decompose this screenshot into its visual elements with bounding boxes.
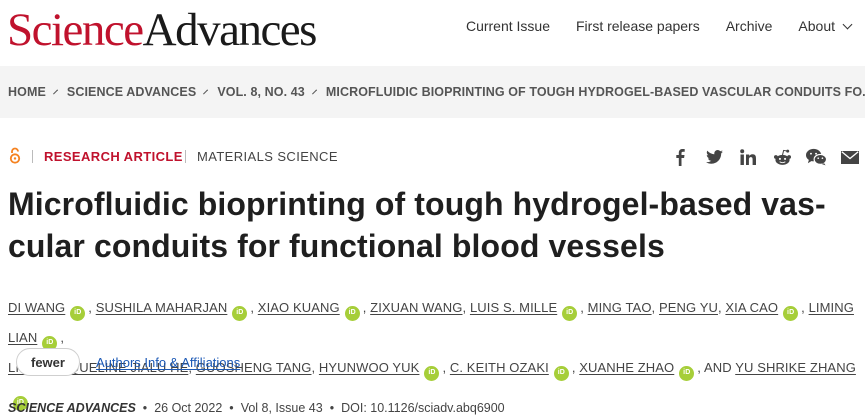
divider bbox=[32, 150, 33, 163]
science-advances-logo[interactable]: Science Advances bbox=[7, 2, 318, 58]
logo-advances-text: Advances bbox=[142, 4, 318, 56]
orcid-icon[interactable]: iD bbox=[70, 305, 86, 321]
breadcrumb-current-article: MICROFLUIDIC BIOPRINTING OF TOUGH HYDROG… bbox=[325, 85, 865, 99]
author-controls: fewer Authors Info & Affiliations bbox=[16, 348, 240, 376]
share-toolbar bbox=[669, 147, 861, 167]
author-name[interactable]: XIA CAO bbox=[725, 300, 778, 315]
email-icon[interactable] bbox=[839, 147, 861, 167]
chevron-right-icon bbox=[203, 89, 209, 95]
site-header: Science Advances Current Issue First rele… bbox=[0, 0, 865, 62]
authors-info-affiliations-link[interactable]: Authors Info & Affiliations bbox=[96, 355, 240, 370]
article-title-line1: Microfluidic bioprinting of tough hydrog… bbox=[8, 186, 826, 222]
linkedin-icon[interactable] bbox=[737, 147, 759, 167]
author-name[interactable]: SUSHILA MAHARJAN bbox=[96, 300, 228, 315]
orcid-icon[interactable]: iD bbox=[783, 305, 799, 321]
author-name[interactable]: HYUNWOO YUK bbox=[319, 360, 420, 375]
author-name[interactable]: XIAO KUANG bbox=[258, 300, 340, 315]
breadcrumb-home[interactable]: HOME bbox=[8, 85, 46, 99]
author-name[interactable]: PENG YU bbox=[659, 300, 718, 315]
breadcrumb-science-advances[interactable]: SCIENCE ADVANCES bbox=[67, 85, 196, 99]
author-line-1: DI WANG iD, SUSHILA MAHARJAN iD, XIAO KUAN… bbox=[8, 293, 863, 353]
publication-date: 26 Oct 2022 bbox=[154, 401, 223, 415]
orcid-icon[interactable]: iD bbox=[553, 365, 569, 381]
chevron-down-icon bbox=[842, 19, 853, 29]
chevron-right-icon bbox=[52, 89, 58, 95]
nav-current-issue[interactable]: Current Issue bbox=[466, 18, 550, 34]
doi[interactable]: DOI: 10.1126/sciadv.abq6900 bbox=[341, 401, 505, 415]
orcid-icon[interactable]: iD bbox=[424, 365, 440, 381]
author-name[interactable]: XUANHE ZHAO bbox=[579, 360, 674, 375]
author-name[interactable]: YU SHRIKE ZHANG bbox=[735, 360, 856, 375]
orcid-icon[interactable]: iD bbox=[344, 305, 360, 321]
article-title-line2: cular conduits for functional blood vess… bbox=[8, 228, 665, 264]
orcid-icon[interactable]: iD bbox=[232, 305, 248, 321]
nav-about[interactable]: About bbox=[798, 18, 853, 34]
divider bbox=[185, 150, 186, 163]
orcid-icon[interactable]: iD bbox=[679, 365, 695, 381]
article-type: RESEARCH ARTICLE bbox=[44, 149, 183, 164]
article-subject[interactable]: MATERIALS SCIENCE bbox=[197, 149, 338, 164]
wechat-icon[interactable] bbox=[805, 147, 827, 167]
breadcrumb-volume[interactable]: VOL. 8, NO. 43 bbox=[217, 85, 305, 99]
fewer-authors-button[interactable]: fewer bbox=[16, 348, 80, 376]
facebook-icon[interactable] bbox=[669, 147, 691, 167]
and-separator: , AND bbox=[697, 360, 732, 375]
volume-issue[interactable]: Vol 8, Issue 43 bbox=[241, 401, 323, 415]
author-name[interactable]: MING TAO bbox=[588, 300, 652, 315]
chevron-right-icon bbox=[311, 89, 317, 95]
bullet-separator: • bbox=[229, 401, 234, 415]
orcid-icon[interactable]: iD bbox=[562, 305, 578, 321]
article-title: Microfluidic bioprinting of tough hydrog… bbox=[8, 183, 838, 267]
author-name[interactable]: DI WANG bbox=[8, 300, 65, 315]
bullet-separator: • bbox=[142, 401, 148, 415]
author-name[interactable]: ZIXUAN WANG bbox=[370, 300, 462, 315]
nav-first-release-papers[interactable]: First release papers bbox=[576, 18, 700, 34]
article-meta-row: RESEARCH ARTICLE MATERIALS SCIENCE bbox=[0, 145, 865, 169]
reddit-icon[interactable] bbox=[771, 147, 793, 167]
bullet-separator: • bbox=[329, 401, 335, 415]
breadcrumb: HOME SCIENCE ADVANCES VOL. 8, NO. 43 MIC… bbox=[0, 66, 865, 118]
author-name[interactable]: LUIS S. MILLE bbox=[470, 300, 557, 315]
author-name[interactable]: C. KEITH OZAKI bbox=[450, 360, 549, 375]
citation-line: SCIENCE ADVANCES • 26 Oct 2022 • Vol 8, Issu… bbox=[8, 401, 505, 415]
top-navigation: Current Issue First release papers Archi… bbox=[466, 18, 853, 34]
nav-about-label: About bbox=[798, 18, 835, 34]
nav-archive[interactable]: Archive bbox=[726, 18, 773, 34]
logo-science-text: Science bbox=[7, 4, 144, 56]
twitter-icon[interactable] bbox=[703, 147, 725, 167]
open-access-icon bbox=[9, 147, 21, 164]
journal-name[interactable]: SCIENCE ADVANCES bbox=[8, 401, 136, 415]
